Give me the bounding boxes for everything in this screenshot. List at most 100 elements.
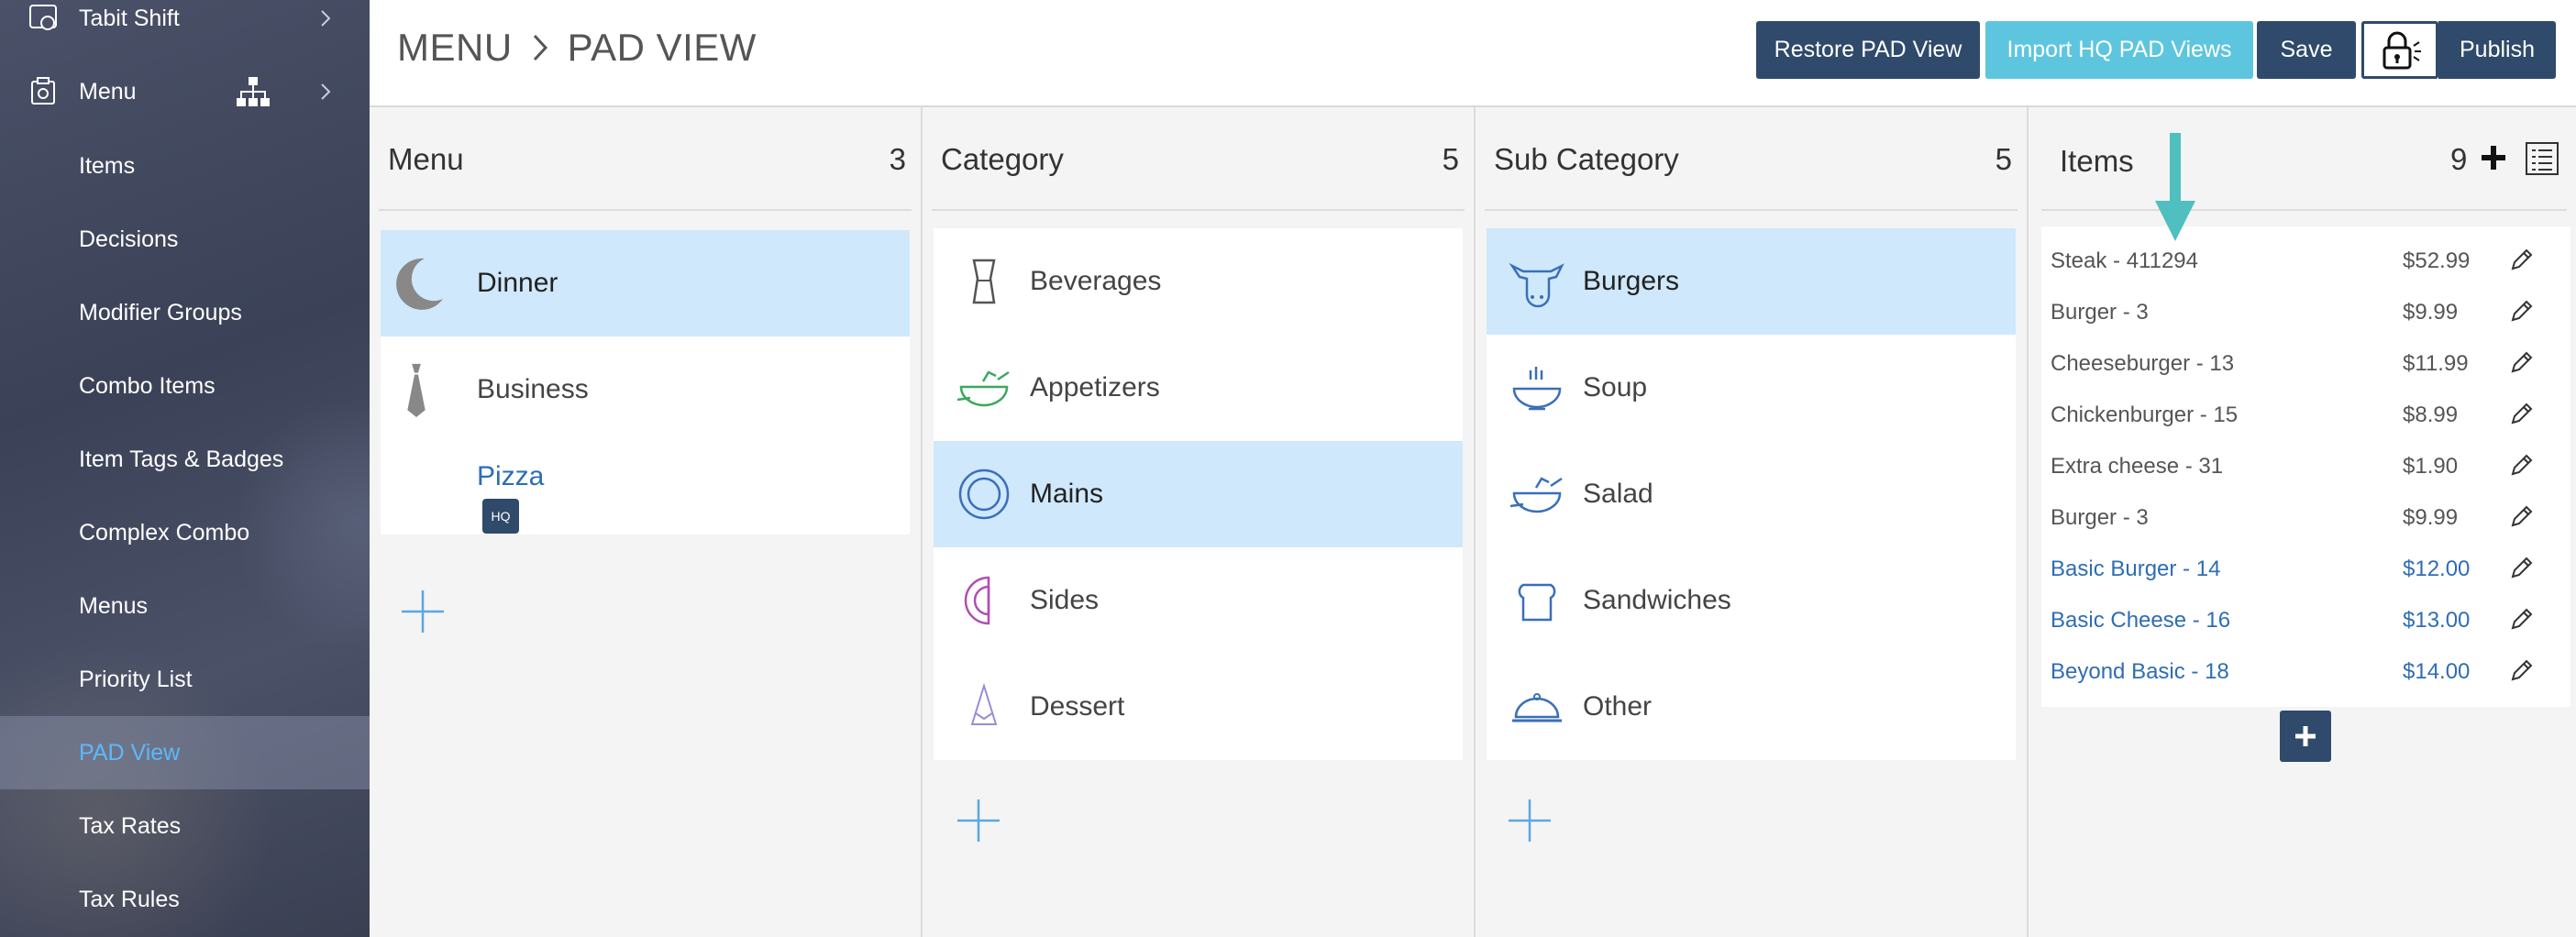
item-price: $1.90 [2403,454,2459,479]
table-row[interactable]: Steak - 411294 $52.99 [2041,236,2570,287]
subcategory-list: Burgers Soup Salad Sandwiches Other [1487,228,2016,760]
sidebar-item-label: Menu [79,78,137,105]
table-row[interactable]: Burger - 3 $9.99 [2041,492,2570,544]
subcategory-column: Sub Category 5 Burgers Soup Salad Sandwi… [1476,107,2029,937]
column-header: Items 9 [2041,107,2567,211]
tie-icon [384,358,448,422]
pencil-icon[interactable] [2509,349,2535,375]
header: MENU PAD VIEW Restore PAD View Import HQ… [370,0,2576,107]
sidebar: Tabit Shift Menu Items Decisions Modifie… [0,0,370,937]
sidebar-item-tax-rates[interactable]: Tax Rates [0,789,370,863]
pencil-icon[interactable] [2509,401,2535,426]
list-item[interactable]: Other [1487,654,2016,760]
list-item-label: Beverages [1030,266,1162,296]
sidebar-item-combo-items[interactable]: Combo Items [0,349,370,423]
breadcrumb-root[interactable]: MENU [397,26,513,70]
table-row[interactable]: Chickenburger - 15 $8.99 [2041,390,2570,441]
list-item[interactable]: Salad [1487,441,2016,547]
menu-column: Menu 3 Dinner Business Pizza HQ [370,107,923,937]
pencil-icon[interactable] [2509,247,2535,272]
item-price: $11.99 [2403,351,2469,376]
list-item-label: Salad [1583,479,1653,509]
category-column: Category 5 Beverages Appetizers Mains Si… [923,107,1476,937]
list-item[interactable]: Pizza HQ [381,443,910,535]
breadcrumb-current: PAD VIEW [567,26,757,69]
item-price: $13.00 [2403,608,2471,633]
sidebar-item-priority-list[interactable]: Priority List [0,643,370,716]
table-row[interactable]: Burger - 3 $9.99 [2041,287,2570,338]
lock-button[interactable] [2361,21,2438,79]
salad-bowl-icon [1505,462,1569,526]
sidebar-item-menu[interactable]: Menu [0,55,370,128]
glass-icon [952,249,1016,314]
column-header: Sub Category 5 [1485,107,2018,211]
sidebar-item-complex-combo[interactable]: Complex Combo [0,496,370,569]
table-row[interactable]: Beyond Basic - 18 $14.00 [2041,646,2570,698]
item-name: Chickenburger - 15 [2051,402,2239,427]
cake-slice-icon [952,675,1016,739]
item-name: Basic Cheese - 16 [2051,608,2231,633]
list-item-label: Appetizers [1030,372,1160,402]
table-row[interactable]: Basic Burger - 14 $12.00 [2041,544,2570,595]
add-category-plus-icon[interactable] [956,798,1001,843]
column-count: 9 [2450,142,2468,176]
item-name: Burger - 3 [2051,505,2149,530]
pencil-icon[interactable] [2509,503,2535,529]
add-item-plus-icon[interactable] [2480,144,2507,171]
pencil-icon[interactable] [2509,452,2535,478]
column-title: Items [2060,144,2134,178]
import-hq-pad-views-button[interactable]: Import HQ PAD Views [1985,21,2253,79]
table-row[interactable]: Extra cheese - 31 $1.90 [2041,441,2570,492]
item-price: $8.99 [2403,402,2459,427]
pencil-icon[interactable] [2509,555,2535,580]
restore-pad-view-button[interactable]: Restore PAD View [1756,21,1980,79]
list-item[interactable]: Mains [934,441,1463,547]
publish-button[interactable]: Publish [2438,21,2556,79]
item-name: Basic Burger - 14 [2051,557,2221,581]
add-item-button[interactable] [2280,711,2331,762]
items-list: Steak - 411294 $52.99 Burger - 3 $9.99 C… [2041,226,2570,707]
list-item-label: Sides [1030,585,1100,615]
list-item[interactable]: Dinner [381,230,910,336]
list-item[interactable]: Burgers [1487,228,2016,335]
sidebar-item-modifier-groups[interactable]: Modifier Groups [0,276,370,349]
sidebar-item-items[interactable]: Items [0,129,370,203]
list-item[interactable]: Soup [1487,335,2016,441]
item-name: Burger - 3 [2051,300,2149,325]
sidebar-item-tabit-shift[interactable]: Tabit Shift [0,0,370,55]
pencil-icon[interactable] [2509,606,2535,632]
arrow-down-icon [2155,133,2195,241]
item-name: Extra cheese - 31 [2051,454,2224,479]
add-menu-plus-icon[interactable] [400,589,446,634]
half-plate-icon [952,568,1016,633]
list-item[interactable]: Sandwiches [1487,547,2016,654]
save-button[interactable]: Save [2257,21,2356,79]
list-item-label: Sandwiches [1583,585,1731,615]
list-item[interactable]: Business [381,336,910,443]
chevron-right-icon [321,10,331,27]
column-title: Menu [388,142,464,176]
list-item[interactable]: Dessert [934,654,1463,760]
list-item-label: Dinner [477,268,558,298]
list-view-icon[interactable] [2524,140,2560,177]
table-row[interactable]: Basic Cheese - 16 $13.00 [2041,595,2570,646]
menu-list: Dinner Business Pizza HQ [381,230,910,535]
list-item[interactable]: Appetizers [934,335,1463,441]
list-item-label: Business [477,374,589,404]
chevron-right-icon [321,83,331,100]
moon-icon [384,251,448,315]
add-subcategory-plus-icon[interactable] [1507,798,1553,843]
plus-icon [2295,726,2316,746]
pencil-icon[interactable] [2509,298,2535,324]
sidebar-item-pad-view[interactable]: PAD View [0,716,370,789]
sidebar-item-tax-rules[interactable]: Tax Rules [0,863,370,936]
sidebar-item-item-tags-badges[interactable]: Item Tags & Badges [0,423,370,496]
list-item[interactable]: Beverages [934,228,1463,335]
list-item[interactable]: Sides [934,547,1463,654]
sidebar-item-decisions[interactable]: Decisions [0,203,370,276]
item-price: $12.00 [2403,557,2471,581]
pencil-icon[interactable] [2509,657,2535,683]
table-row[interactable]: Cheeseburger - 13 $11.99 [2041,338,2570,390]
sidebar-item-menus[interactable]: Menus [0,569,370,643]
lock-icon [2383,31,2421,69]
